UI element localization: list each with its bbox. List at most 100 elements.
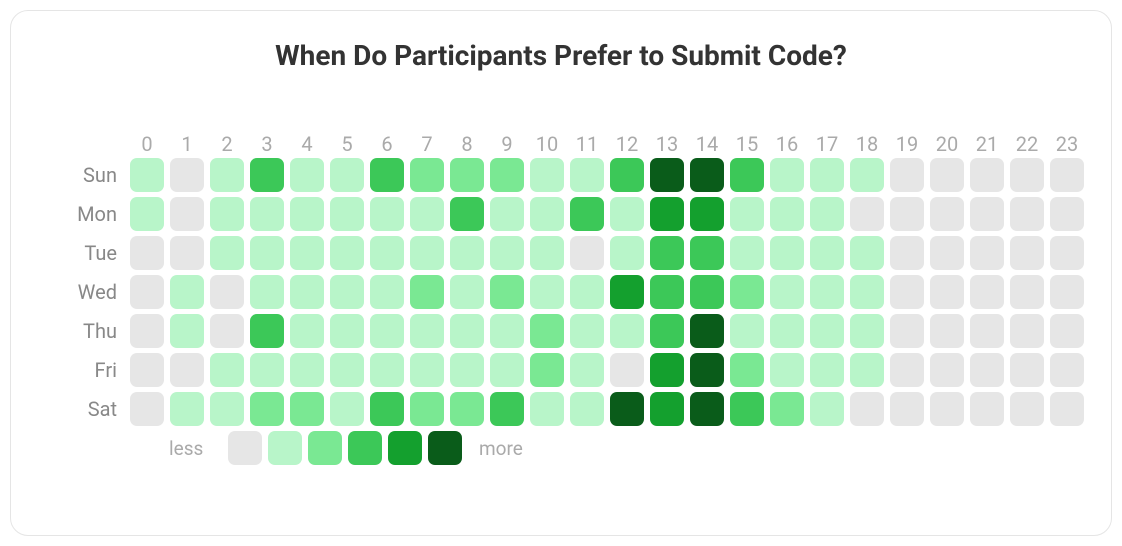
- hour-label: 11: [567, 132, 607, 156]
- heatmap-cell: [410, 392, 444, 426]
- heatmap-cell: [490, 236, 524, 270]
- legend-swatch: [388, 431, 422, 465]
- day-label: Thu: [71, 319, 127, 343]
- heatmap-cell: [330, 392, 364, 426]
- legend-swatch: [348, 431, 382, 465]
- heatmap-cell: [450, 392, 484, 426]
- hour-label: 16: [767, 132, 807, 156]
- heatmap-cell: [210, 236, 244, 270]
- heatmap-cell: [690, 158, 724, 192]
- heatmap-cell: [130, 314, 164, 348]
- day-label: Sat: [71, 397, 127, 421]
- heatmap-cell: [730, 197, 764, 231]
- heatmap-cell: [890, 236, 924, 270]
- heatmap-cell: [730, 236, 764, 270]
- heatmap-cell: [730, 353, 764, 387]
- heatmap-cell: [290, 236, 324, 270]
- heatmap-cell: [850, 314, 884, 348]
- legend-swatch: [428, 431, 462, 465]
- hour-label: 21: [967, 132, 1007, 156]
- heatmap-cell: [170, 353, 204, 387]
- heatmap-cell: [370, 236, 404, 270]
- heatmap-cell: [970, 158, 1004, 192]
- heatmap-cell: [650, 353, 684, 387]
- hour-label: 22: [1007, 132, 1047, 156]
- heatmap-cell: [250, 236, 284, 270]
- heatmap-cell: [250, 353, 284, 387]
- heatmap-cell: [930, 236, 964, 270]
- heatmap-cell: [410, 158, 444, 192]
- heatmap-cell: [1010, 392, 1044, 426]
- hour-axis: 01234567891011121314151617181920212223: [71, 132, 1087, 156]
- heatmap-cell: [930, 392, 964, 426]
- heatmap-cell: [530, 353, 564, 387]
- heatmap-cell: [370, 392, 404, 426]
- heatmap-cell: [850, 353, 884, 387]
- heatmap-cell: [410, 353, 444, 387]
- heatmap-cell: [330, 158, 364, 192]
- heatmap-cell: [1010, 353, 1044, 387]
- hour-label: 19: [887, 132, 927, 156]
- heatmap-cell: [250, 158, 284, 192]
- heatmap-cell: [530, 197, 564, 231]
- heatmap-cell: [570, 314, 604, 348]
- heatmap-cell: [530, 314, 564, 348]
- heatmap-cell: [770, 275, 804, 309]
- heatmap-cell: [930, 353, 964, 387]
- chart-card: When Do Participants Prefer to Submit Co…: [10, 10, 1112, 536]
- heatmap-cell: [570, 392, 604, 426]
- hour-label: 12: [607, 132, 647, 156]
- heatmap-cell: [810, 392, 844, 426]
- heatmap-cell: [850, 197, 884, 231]
- heatmap-cell: [650, 392, 684, 426]
- heatmap-cell: [170, 158, 204, 192]
- heatmap-cell: [570, 158, 604, 192]
- legend-more-label: more: [479, 437, 523, 460]
- heatmap-cell: [650, 197, 684, 231]
- hour-label: 6: [367, 132, 407, 156]
- day-row: Mon: [71, 197, 1087, 231]
- heatmap-cell: [330, 275, 364, 309]
- heatmap-cell: [610, 197, 644, 231]
- heatmap-cell: [130, 158, 164, 192]
- heatmap-cell: [690, 314, 724, 348]
- heatmap-cell: [490, 314, 524, 348]
- hour-label: 14: [687, 132, 727, 156]
- day-row: Sun: [71, 158, 1087, 192]
- heatmap-cell: [130, 392, 164, 426]
- heatmap-cell: [1050, 197, 1084, 231]
- day-row: Tue: [71, 236, 1087, 270]
- heatmap-cell: [930, 275, 964, 309]
- day-row: Wed: [71, 275, 1087, 309]
- hour-label: 2: [207, 132, 247, 156]
- heatmap-cell: [970, 275, 1004, 309]
- heatmap-cell: [330, 314, 364, 348]
- hour-label: 15: [727, 132, 767, 156]
- heatmap-cell: [450, 314, 484, 348]
- heatmap-cell: [610, 236, 644, 270]
- hour-label: 7: [407, 132, 447, 156]
- hour-label: 23: [1047, 132, 1087, 156]
- legend-swatch: [308, 431, 342, 465]
- hour-label: 20: [927, 132, 967, 156]
- heatmap-cell: [250, 392, 284, 426]
- heatmap-cell: [490, 158, 524, 192]
- heatmap-cell: [330, 236, 364, 270]
- heatmap-cell: [1050, 314, 1084, 348]
- heatmap-cell: [730, 158, 764, 192]
- heatmap-cell: [850, 275, 884, 309]
- heatmap-cell: [1010, 158, 1044, 192]
- heatmap-cell: [850, 236, 884, 270]
- heatmap-cell: [610, 392, 644, 426]
- hour-label: 8: [447, 132, 487, 156]
- heatmap-cell: [810, 236, 844, 270]
- day-row: Sat: [71, 392, 1087, 426]
- heatmap-cell: [810, 275, 844, 309]
- heatmap-cell: [930, 197, 964, 231]
- hour-label: 1: [167, 132, 207, 156]
- hour-label: 9: [487, 132, 527, 156]
- heatmap-cell: [1010, 236, 1044, 270]
- heatmap-cell: [810, 197, 844, 231]
- heatmap-cell: [210, 353, 244, 387]
- heatmap-cell: [290, 353, 324, 387]
